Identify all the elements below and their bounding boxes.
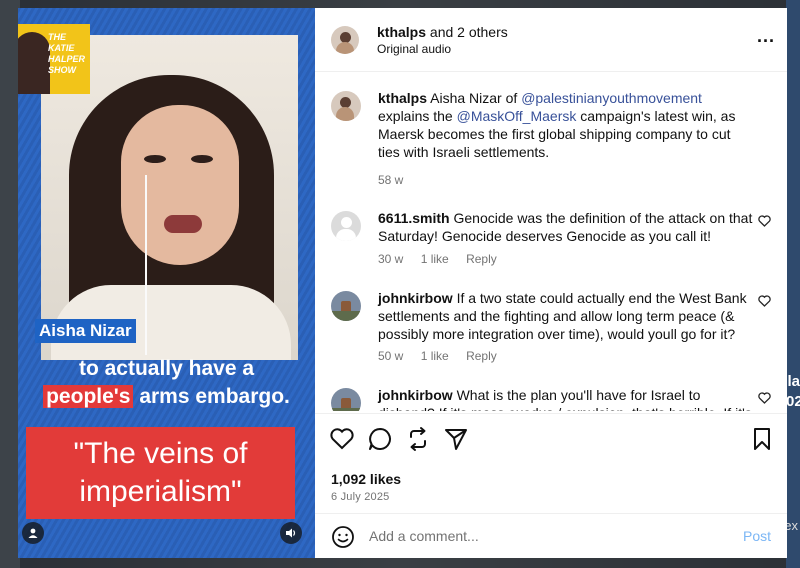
comment-bubble-icon[interactable] [367,426,393,452]
emoji-icon[interactable] [331,525,355,549]
avatar[interactable] [331,26,359,54]
post-button[interactable]: Post [743,528,771,544]
likes-count[interactable]: 1,092 likes [331,471,401,487]
caption-highlight: people's [43,385,134,408]
heart-icon[interactable] [758,215,771,230]
speaker-mouth [164,215,202,233]
post-modal: THE KATIE HALPER SHOW Aisha Nizar to act… [18,8,787,558]
avatar[interactable] [331,291,361,321]
add-comment-bar: Post [315,513,787,558]
speaker-name-tag: Aisha Nizar [35,319,136,343]
comments-list[interactable]: kthalps Aisha Nizar of @palestinianyouth… [315,73,787,411]
person-icon[interactable] [22,522,44,544]
mention-link[interactable]: @palestinianyouthmovement [521,90,702,106]
backdrop-left-strip [0,0,20,568]
reply-button[interactable]: Reply [466,252,497,266]
quote-box: "The veins of imperialism" [26,427,295,519]
list-item: johnkirbow What is the plan you'll have … [331,386,771,411]
earphone-cord [145,175,147,355]
video-caption-line-1: to actually have a [78,357,255,380]
show-logo: THE KATIE HALPER SHOW [18,24,90,94]
comment-input[interactable] [369,526,729,546]
like-heart-icon[interactable] [329,426,355,452]
list-item: 6611.smith Genocide was the definition o… [331,209,771,269]
bookmark-icon[interactable] [749,426,775,452]
heart-icon[interactable] [758,295,771,310]
backdrop-right-strip [786,0,800,568]
header-authors[interactable]: kthalps and 2 others [377,24,508,40]
backdrop-text: la 02 [786,373,800,410]
post-date: 6 July 2025 [331,491,390,503]
avatar[interactable] [331,211,361,241]
video-caption-line-2: people's arms embargo. [18,385,315,409]
video-player[interactable]: THE KATIE HALPER SHOW Aisha Nizar to act… [18,8,315,558]
post-side-panel: kthalps and 2 others Original audio ... … [315,8,787,558]
share-paper-plane-icon[interactable] [443,426,469,452]
more-options-icon[interactable]: ... [757,26,775,47]
speaker-icon[interactable] [280,522,302,544]
mention-link[interactable]: @MaskOff_Maersk [457,108,577,124]
post-header: kthalps and 2 others Original audio ... [315,8,787,72]
audio-label[interactable]: Original audio [377,42,451,56]
post-caption: kthalps Aisha Nizar of @palestinianyouth… [331,89,771,189]
caption-age[interactable]: 58 w [378,173,403,187]
repost-icon[interactable] [405,426,431,452]
avatar[interactable] [331,91,361,121]
speaker-face [121,105,239,265]
reply-button[interactable]: Reply [466,349,497,363]
avatar[interactable] [331,388,361,411]
heart-icon[interactable] [758,392,771,407]
list-item: johnkirbow If a two state could actually… [331,289,771,369]
